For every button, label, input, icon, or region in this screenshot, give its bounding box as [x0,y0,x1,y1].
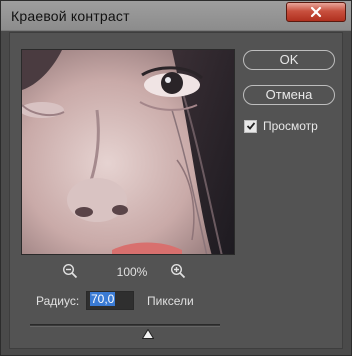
preview-photo [22,50,234,254]
radius-label: Радиус: [36,294,80,308]
checkbox-box[interactable] [244,119,257,133]
dialog-body: OK Отмена Просмотр 100% Радиус: 70,0 Пик… [9,32,343,349]
preview-image[interactable] [21,49,235,255]
radius-value: 70,0 [90,292,116,306]
close-button[interactable] [286,2,346,22]
checkmark-icon [246,122,255,130]
zoom-out-icon [62,263,78,279]
cancel-button[interactable]: Отмена [243,85,335,105]
preview-checkbox-label: Просмотр [263,119,318,133]
dialog-window: Краевой контраст OK Отмена Просмотр 100%… [0,0,352,356]
window-title: Краевой контраст [11,8,130,24]
ok-button[interactable]: OK [243,50,335,70]
preview-checkbox[interactable]: Просмотр [244,119,318,133]
radius-units: Пиксели [147,294,194,308]
zoom-out-button[interactable] [62,263,78,284]
zoom-controls: 100% [62,263,202,281]
title-bar[interactable]: Краевой контраст [1,1,351,31]
radius-slider-track[interactable] [30,324,220,327]
slider-thumb-icon [141,328,155,339]
zoom-in-button[interactable] [170,263,186,284]
close-icon [310,6,322,18]
radius-input[interactable]: 70,0 [86,291,134,310]
zoom-in-icon [170,263,186,279]
zoom-level: 100% [116,265,148,279]
radius-slider-thumb[interactable] [141,326,155,344]
